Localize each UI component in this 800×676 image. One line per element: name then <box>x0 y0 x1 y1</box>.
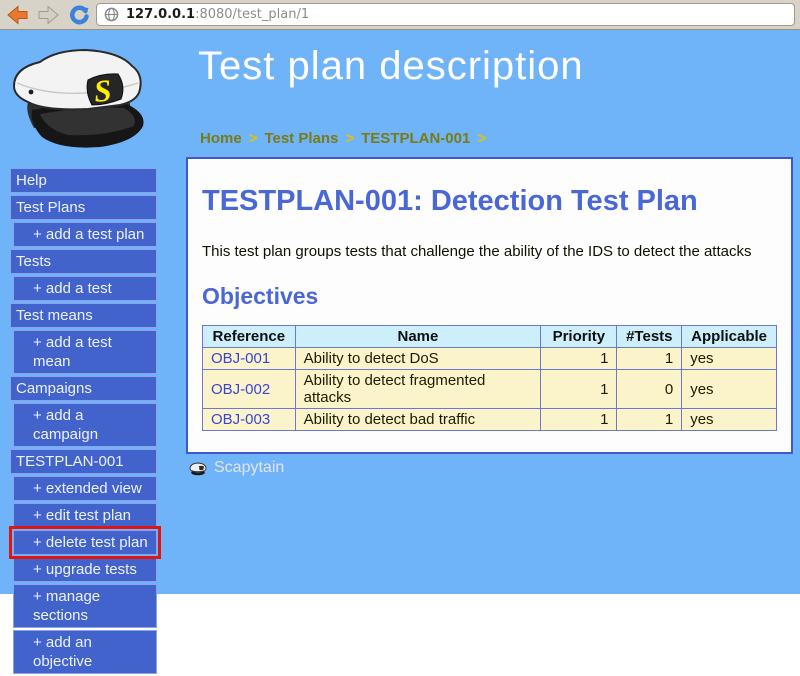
objectives-table-body: OBJ-001Ability to detect DoS11yesOBJ-002… <box>203 348 777 431</box>
refresh-icon <box>69 5 89 25</box>
objective-tests-cell: 1 <box>617 409 682 431</box>
sidebar-item-add-a-campaign[interactable]: + add a campaign <box>13 403 157 447</box>
sidebar-item-extended-view[interactable]: + extended view <box>13 476 157 501</box>
breadcrumb-separator: > <box>477 130 486 147</box>
browser-toolbar: 127.0.0.1:8080/test_plan/1 <box>0 0 800 30</box>
objective-applicable-cell: yes <box>682 409 777 431</box>
objectives-table: ReferenceNamePriority#TestsApplicable OB… <box>202 325 777 431</box>
column-header-tests: #Tests <box>617 326 682 348</box>
objective-tests-cell: 0 <box>617 370 682 409</box>
objective-applicable-cell: yes <box>682 348 777 370</box>
table-row: OBJ-002 Ability to detect fragmented atta… <box>203 370 777 409</box>
address-bar[interactable]: 127.0.0.1:8080/test_plan/1 <box>96 3 795 26</box>
sidebar-item-edit-test-plan[interactable]: + edit test plan <box>13 503 157 528</box>
page-background: S Test plan description Home > Test Plans >… <box>0 30 800 594</box>
column-header-applicable: Applicable <box>682 326 777 348</box>
breadcrumb-link-testplan-001[interactable]: TESTPLAN-001 <box>361 130 470 147</box>
back-button[interactable] <box>3 2 31 28</box>
app-logo: S <box>4 42 156 159</box>
objective-name-cell: Ability to detect DoS <box>295 348 541 370</box>
sidebar-item-manage-sections[interactable]: + manage sections <box>13 584 157 628</box>
forward-button[interactable] <box>34 2 62 28</box>
objectives-table-head-row: ReferenceNamePriority#TestsApplicable <box>203 326 777 348</box>
column-header-name: Name <box>295 326 541 348</box>
forward-arrow-icon <box>37 5 60 25</box>
sidebar-item-delete-test-plan[interactable]: + delete test plan <box>13 530 157 555</box>
sidebar-item-test-means[interactable]: Test means <box>10 303 157 328</box>
breadcrumb: Home > Test Plans > TESTPLAN-001 > <box>200 130 493 147</box>
sidebar-item-campaigns[interactable]: Campaigns <box>10 376 157 401</box>
column-header-reference: Reference <box>203 326 296 348</box>
refresh-button[interactable] <box>65 2 93 28</box>
sidebar-item-help[interactable]: Help <box>10 168 157 193</box>
objective-link-obj-001[interactable]: OBJ-001 <box>211 350 270 367</box>
table-row: OBJ-001Ability to detect DoS11yes <box>203 348 777 370</box>
objective-applicable-cell: yes <box>682 370 777 409</box>
footer: Scapytain <box>188 459 284 477</box>
globe-icon <box>104 7 119 22</box>
objective-link-obj-003[interactable]: OBJ-003 <box>211 411 270 428</box>
url-text: 127.0.0.1:8080/test_plan/1 <box>126 7 309 22</box>
breadcrumb-separator: > <box>249 130 258 147</box>
breadcrumb-link-test-plans[interactable]: Test Plans <box>264 130 338 147</box>
sidebar-item-add-a-test-mean[interactable]: + add a test mean <box>13 330 157 374</box>
objective-priority-cell: 1 <box>541 409 617 431</box>
content-panel: TESTPLAN-001: Detection Test Plan This t… <box>186 157 793 454</box>
objectives-heading: Objectives <box>202 283 777 310</box>
captain-hat-icon <box>188 461 208 476</box>
sidebar-item-testplan-001[interactable]: TESTPLAN-001 <box>10 449 157 474</box>
breadcrumb-separator: > <box>345 130 354 147</box>
logo-letter: S <box>93 72 113 108</box>
sidebar-item-test-plans[interactable]: Test Plans <box>10 195 157 220</box>
objective-name-cell: Ability to detect bad traffic <box>295 409 541 431</box>
objective-link-obj-002[interactable]: OBJ-002 <box>211 381 270 398</box>
page-title: Test plan description <box>198 44 584 89</box>
objective-reference-cell: OBJ-003 <box>203 409 296 431</box>
sidebar-item-upgrade-tests[interactable]: + upgrade tests <box>13 557 157 582</box>
objective-reference-cell: OBJ-002 <box>203 370 296 409</box>
column-header-priority: Priority <box>541 326 617 348</box>
objective-reference-cell: OBJ-001 <box>203 348 296 370</box>
sidebar-menu: HelpTest Plans+ add a test planTests+ ad… <box>10 168 160 676</box>
objective-name-cell: Ability to detect fragmented attacks <box>295 370 541 409</box>
testplan-description: This test plan groups tests that challen… <box>202 243 777 260</box>
objective-priority-cell: 1 <box>541 370 617 409</box>
table-row: OBJ-003Ability to detect bad traffic11ye… <box>203 409 777 431</box>
testplan-title: TESTPLAN-001: Detection Test Plan <box>202 185 777 218</box>
footer-app-name[interactable]: Scapytain <box>214 459 284 477</box>
objective-tests-cell: 1 <box>617 348 682 370</box>
sidebar-item-add-a-test[interactable]: + add a test <box>13 276 157 301</box>
captain-hat-logo: S <box>4 42 156 154</box>
url-host: 127.0.0.1 <box>126 7 195 22</box>
breadcrumb-link-home[interactable]: Home <box>200 130 242 147</box>
sidebar-item-tests[interactable]: Tests <box>10 249 157 274</box>
objective-priority-cell: 1 <box>541 348 617 370</box>
back-arrow-icon <box>6 5 29 25</box>
sidebar-item-add-a-test-plan[interactable]: + add a test plan <box>13 222 157 247</box>
url-path: :8080/test_plan/1 <box>195 7 309 22</box>
sidebar-item-add-an-objective[interactable]: + add an objective <box>13 630 157 674</box>
